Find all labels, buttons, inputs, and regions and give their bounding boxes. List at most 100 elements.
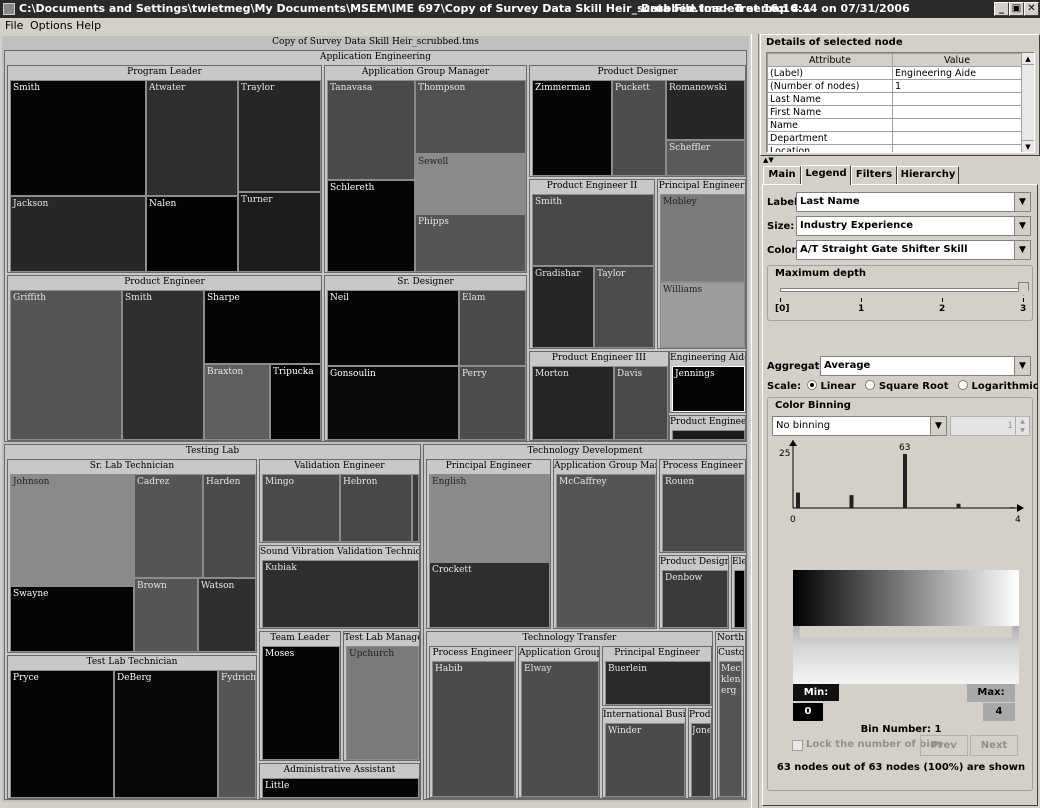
label-select[interactable]: Last Name ▼: [796, 192, 1031, 212]
leaf-griffith[interactable]: Griffith: [10, 290, 122, 440]
radio-logarithmic[interactable]: Logarithmic: [957, 380, 1039, 392]
leaf-habib[interactable]: Habib: [432, 661, 515, 797]
leaf-validation-small[interactable]: [412, 474, 419, 542]
group-tt-international-business[interactable]: International Busines Winder: [602, 708, 686, 798]
leaf-deberg[interactable]: DeBerg: [114, 670, 218, 798]
leaf-perry[interactable]: Perry: [459, 366, 526, 440]
group-application-engineering[interactable]: Application Engineering Program Leader S…: [4, 50, 747, 442]
leaf-gradishar[interactable]: Gradishar: [532, 266, 594, 348]
leaf-romanowski[interactable]: Romanowski: [666, 80, 745, 140]
leaf-little[interactable]: Little: [262, 778, 419, 798]
leaf-smith-3[interactable]: Smith: [532, 194, 654, 266]
leaf-mingo[interactable]: Mingo: [262, 474, 340, 542]
details-row[interactable]: Name: [767, 118, 1022, 132]
group-program-leader[interactable]: Program Leader Smith Atwater Traylor Jac…: [7, 65, 322, 273]
bins-count-spinner[interactable]: 1 ▲ ▼: [950, 416, 1030, 436]
leaf-mobley[interactable]: Mobley: [660, 194, 745, 282]
close-button[interactable]: ✕: [1024, 2, 1039, 16]
group-tt-application-group[interactable]: Application Group Elway: [518, 646, 600, 798]
leaf-nalen[interactable]: Nalen: [146, 196, 238, 272]
leaf-kubiak[interactable]: Kubiak: [262, 560, 419, 628]
group-product-engineer[interactable]: Product Engineer Griffith Smith Sharpe B…: [7, 275, 322, 441]
details-row[interactable]: Location: [767, 144, 1022, 152]
leaf-sewell[interactable]: Sewell: [415, 154, 526, 214]
menu-help[interactable]: Help: [76, 18, 101, 34]
leaf-thompson[interactable]: Thompson: [415, 80, 526, 154]
leaf-williams[interactable]: Williams: [660, 282, 745, 348]
leaf-hebron[interactable]: Hebron: [340, 474, 412, 542]
maximize-button[interactable]: ▣: [1009, 2, 1024, 16]
tab-filters[interactable]: Filters: [851, 166, 897, 184]
leaf-zimmerman[interactable]: Zimmerman: [532, 80, 612, 176]
leaf-phipps[interactable]: Phipps: [415, 214, 526, 272]
leaf-smith[interactable]: Smith: [10, 80, 146, 196]
leaf-brown[interactable]: Brown: [134, 578, 198, 652]
leaf-neil[interactable]: Neil: [327, 290, 459, 366]
leaf-smith-2[interactable]: Smith: [122, 290, 204, 440]
leaf-tanavasa[interactable]: Tanavasa: [327, 80, 415, 180]
color-select[interactable]: A/T Straight Gate Shifter Skill ▼: [796, 240, 1031, 260]
bin-range-selector[interactable]: [793, 626, 1019, 684]
treemap-panel[interactable]: Copy of Survey Data Skill Heir_scrubbed.…: [2, 36, 749, 802]
leaf-upchurch[interactable]: Upchurch: [346, 646, 419, 760]
leaf-morton[interactable]: Morton: [532, 366, 614, 440]
group-td-principal-engineer[interactable]: Principal Engineer English Crockett: [426, 459, 551, 629]
leaf-jone[interactable]: Jone: [691, 723, 711, 797]
details-row[interactable]: Department: [767, 131, 1022, 145]
radio-square-root[interactable]: Square Root: [865, 380, 949, 392]
scroll-down-icon[interactable]: ▼: [1022, 140, 1034, 152]
group-engineering-aide[interactable]: Engineering Aide Jennings: [669, 351, 746, 413]
group-administrative-assistant[interactable]: Administrative Assistant Little: [259, 763, 420, 799]
leaf-taylor[interactable]: Taylor: [594, 266, 654, 348]
tab-hierarchy[interactable]: Hierarchy: [897, 166, 959, 184]
details-row[interactable]: Last Name: [767, 92, 1022, 106]
leaf-scheffler[interactable]: Scheffler: [666, 140, 745, 176]
group-sound-vibration-validation-technician[interactable]: Sound Vibration Validation Technician Ku…: [259, 545, 420, 629]
group-td-process-engineer[interactable]: Process Engineer Rouen: [659, 459, 746, 553]
minimize-button[interactable]: _: [994, 2, 1009, 16]
details-table[interactable]: Attribute Value (Label) Engineering Aide (N…: [766, 52, 1035, 153]
radio-linear[interactable]: Linear: [807, 380, 856, 392]
leaf-atwater[interactable]: Atwater: [146, 80, 238, 196]
details-row[interactable]: (Number of nodes) 1: [767, 79, 1022, 93]
leaf-watson[interactable]: Watson: [198, 578, 256, 652]
leaf-johnson[interactable]: Johnson: [10, 474, 134, 586]
group-product-engineer-ii[interactable]: Product Engineer II Smith Gradishar Tayl…: [529, 179, 655, 349]
group-sr-lab-technician[interactable]: Sr. Lab Technician Johnson Cadrez Harden…: [7, 459, 257, 653]
leaf-mecklenberg[interactable]: Mec klenb erg: [719, 661, 742, 797]
next-button[interactable]: Next: [970, 735, 1018, 756]
depth-slider-track[interactable]: [780, 288, 1024, 292]
leaf-rouen[interactable]: Rouen: [662, 474, 745, 552]
tab-main[interactable]: Main: [763, 166, 801, 184]
group-technology-development[interactable]: Technology Development Principal Enginee…: [423, 444, 747, 800]
details-row[interactable]: First Name: [767, 105, 1022, 119]
group-validation-engineer[interactable]: Validation Engineer Mingo Hebron: [259, 459, 420, 543]
split-arrows-icon[interactable]: ▲▼: [763, 156, 774, 164]
leaf-elway[interactable]: Elway: [521, 661, 599, 797]
group-tt-principal-engineer[interactable]: Principal Engineer Buerlein: [602, 646, 712, 706]
leaf-mccaffrey[interactable]: McCaffrey: [556, 474, 656, 628]
leaf-traylor[interactable]: Traylor: [238, 80, 321, 192]
panel-splitter[interactable]: [751, 34, 759, 808]
group-td-product-designer[interactable]: Product Designer Denbow: [659, 555, 729, 629]
leaf-crockett[interactable]: Crockett: [429, 562, 550, 628]
leaf-pryce[interactable]: Pryce: [10, 670, 114, 798]
leaf-puckett[interactable]: Puckett: [612, 80, 666, 176]
leaf-moses[interactable]: Moses: [262, 646, 340, 760]
leaf-winder[interactable]: Winder: [605, 723, 685, 797]
group-tt-process-engineer[interactable]: Process Engineer Habib: [429, 646, 516, 798]
group-sr-designer[interactable]: Sr. Designer Neil Elam Gonsoulin Perry: [324, 275, 527, 441]
leaf-swayne[interactable]: Swayne: [10, 586, 134, 652]
scroll-up-icon[interactable]: ▲: [1022, 53, 1034, 65]
aggregate-select[interactable]: Average ▼: [820, 356, 1031, 376]
leaf-product-engineer-i[interactable]: [672, 430, 745, 440]
group-custo[interactable]: Custo Mec klenb erg: [717, 646, 744, 798]
depth-slider-thumb[interactable]: [1018, 282, 1029, 296]
leaf-ele[interactable]: [734, 570, 745, 628]
leaf-jackson[interactable]: Jackson: [10, 196, 146, 272]
details-scrollbar[interactable]: ▲ ▼: [1021, 53, 1034, 152]
group-td-application-group-manager[interactable]: Application Group Mana McCaffrey: [553, 459, 657, 629]
group-product-engineer-i[interactable]: Product Engineer I: [669, 415, 746, 441]
group-team-leader[interactable]: Team Leader Moses: [259, 631, 341, 761]
prev-button[interactable]: Prev: [920, 735, 968, 756]
